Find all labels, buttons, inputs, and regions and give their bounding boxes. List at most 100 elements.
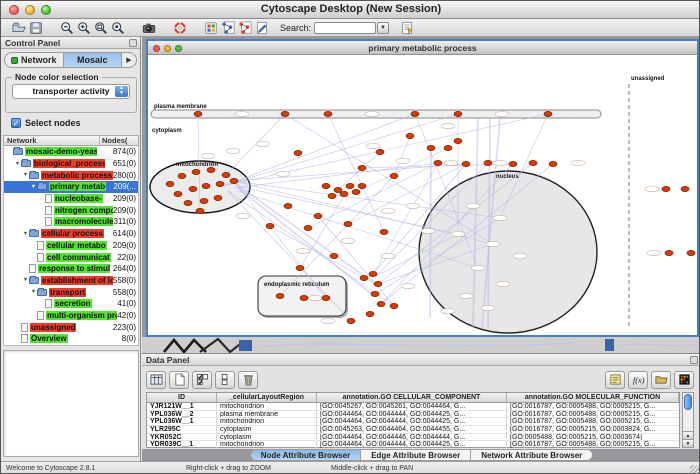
- tree-row[interactable]: ▼primary metab209(...: [4, 181, 138, 193]
- index-icon[interactable]: [398, 20, 415, 36]
- tree-row[interactable]: macromolecule311(0): [4, 216, 138, 228]
- tree-header-network[interactable]: Network: [4, 136, 100, 145]
- tree-row[interactable]: nucleobase-209(0): [4, 193, 138, 205]
- graph-node[interactable]: [358, 183, 366, 188]
- float-panel-icon[interactable]: [129, 39, 137, 47]
- table-row[interactable]: YPL036W__2plasma membrane[GO:0044464, GO…: [147, 411, 679, 419]
- tree-row[interactable]: cell communicat22(0): [4, 251, 138, 263]
- graph-node[interactable]: [222, 172, 230, 177]
- tree-row[interactable]: ▼establishment of lo558(0): [4, 275, 138, 287]
- graph-node[interactable]: [196, 208, 204, 213]
- graph-node[interactable]: [681, 186, 689, 191]
- graph-edge[interactable]: [308, 163, 438, 228]
- birdseye-view-panel[interactable]: [3, 350, 139, 457]
- graph-node[interactable]: [427, 145, 435, 150]
- scrollbar-thumb[interactable]: [684, 394, 692, 410]
- column-header[interactable]: _cellularLayoutRegion: [217, 393, 317, 402]
- table-row[interactable]: YJR121W__1mitochondrion[GO:0045267, GO:0…: [147, 403, 679, 411]
- graph-node[interactable]: [284, 203, 292, 208]
- graph-node[interactable]: [184, 200, 192, 205]
- delete-attribute-icon[interactable]: [238, 371, 258, 389]
- graph-node[interactable]: [178, 173, 186, 178]
- graph-node[interactable]: [444, 145, 452, 150]
- attribute-table-icon[interactable]: [146, 371, 166, 389]
- graph-node[interactable]: [371, 291, 379, 296]
- disclosure-triangle[interactable]: ▼: [22, 172, 29, 178]
- graph-node[interactable]: [322, 183, 330, 188]
- tree-row[interactable]: ▼biological_process651(0): [4, 158, 138, 170]
- graph-node[interactable]: [347, 318, 355, 323]
- browser-tab[interactable]: Network Attribute Browser: [471, 449, 593, 461]
- graph-node[interactable]: [544, 111, 552, 116]
- import-folder-icon[interactable]: [651, 371, 671, 389]
- tab-network[interactable]: Network: [5, 53, 64, 67]
- snapshot-icon[interactable]: [140, 20, 157, 36]
- zoom-fit-icon[interactable]: [92, 20, 109, 36]
- graph-node[interactable]: [662, 186, 670, 191]
- disclosure-triangle[interactable]: ▼: [30, 184, 37, 190]
- graph-node[interactable]: [390, 303, 398, 308]
- graph-node[interactable]: [216, 181, 224, 186]
- graph-node[interactable]: [411, 111, 419, 116]
- disclosure-triangle[interactable]: ▼: [14, 161, 21, 167]
- table-row[interactable]: YPL036W__1mitochondrion[GO:0044464, GO:0…: [147, 418, 679, 426]
- data-panel-float-icon[interactable]: [690, 356, 698, 364]
- graph-node[interactable]: [509, 161, 517, 166]
- graph-node[interactable]: [390, 173, 398, 178]
- graph-node[interactable]: [322, 295, 330, 300]
- tree-row[interactable]: ▼metabolic process280(0): [4, 169, 138, 181]
- tree-row[interactable]: response to stimulu264(0): [4, 263, 138, 275]
- graph-node[interactable]: [380, 229, 388, 234]
- tree-row[interactable]: ▼transport558(0): [4, 286, 138, 298]
- graph-node[interactable]: [406, 133, 414, 138]
- tree-row[interactable]: ▼cellular process614(0): [4, 228, 138, 240]
- graph-node[interactable]: [200, 198, 208, 203]
- graph-node[interactable]: [300, 295, 308, 300]
- graph-node[interactable]: [352, 189, 360, 194]
- graph-node[interactable]: [687, 250, 695, 255]
- tree-row[interactable]: Overview8(0): [4, 333, 138, 345]
- disclosure-triangle[interactable]: ▼: [22, 231, 29, 237]
- graph-node[interactable]: [376, 149, 384, 154]
- graph-node[interactable]: [314, 213, 322, 218]
- graph-node[interactable]: [434, 160, 442, 165]
- graph-edge-bundle[interactable]: [236, 184, 378, 286]
- zoom-selected-icon[interactable]: [109, 20, 126, 36]
- graph-node[interactable]: [360, 275, 368, 280]
- graph-node[interactable]: [374, 281, 382, 286]
- search-input[interactable]: [314, 22, 376, 34]
- table-row[interactable]: YLR295Ccytoplasm[GO:0045263, GO:0044464,…: [147, 426, 679, 434]
- graph-node[interactable]: [454, 111, 462, 116]
- zoom-out-icon[interactable]: [58, 20, 75, 36]
- scroll-up-arrow[interactable]: ▲: [683, 431, 693, 439]
- table-scrollbar[interactable]: ▲ ▼: [682, 392, 694, 448]
- graph-node[interactable]: [369, 271, 377, 276]
- graph-node[interactable]: [166, 181, 174, 186]
- graph-node[interactable]: [340, 191, 348, 196]
- tree-row[interactable]: unassigned223(0): [4, 321, 138, 333]
- tree-row[interactable]: cellular metabo209(0): [4, 240, 138, 252]
- column-header[interactable]: annotation.GO CELLULAR_COMPONENT: [317, 393, 507, 402]
- graph-node[interactable]: [330, 253, 338, 258]
- graph-node[interactable]: [529, 160, 537, 165]
- graph-node[interactable]: [294, 150, 302, 155]
- graph-node[interactable]: [276, 293, 284, 298]
- scroll-down-arrow[interactable]: ▼: [683, 439, 693, 447]
- graph-node[interactable]: [266, 223, 274, 228]
- vizmapper-icon[interactable]: [202, 20, 219, 36]
- table-row[interactable]: YDR039C__1mitochondrion[GO:0044464, GO:0…: [147, 441, 679, 449]
- select-attributes-icon[interactable]: [192, 371, 212, 389]
- network-window-titlebar[interactable]: primary metabolic process: [148, 41, 697, 55]
- heatmap-icon[interactable]: [674, 371, 694, 389]
- graph-node[interactable]: [194, 111, 202, 116]
- annotation-icon[interactable]: [253, 20, 270, 36]
- resize-grip[interactable]: [690, 465, 700, 474]
- graph-node[interactable]: [281, 111, 289, 116]
- graph-node[interactable]: [344, 221, 352, 226]
- label-icon[interactable]: [605, 371, 625, 389]
- graph-node[interactable]: [202, 183, 210, 188]
- graph-node[interactable]: [230, 178, 238, 183]
- graph-node[interactable]: [454, 138, 462, 143]
- graph-node[interactable]: [214, 195, 222, 200]
- formula-icon[interactable]: f(x): [628, 371, 648, 389]
